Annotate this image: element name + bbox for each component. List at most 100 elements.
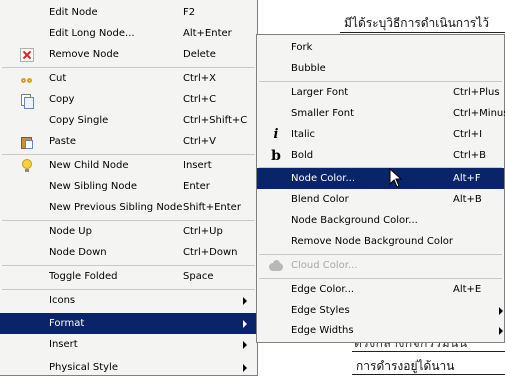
menu-item-label: New Previous Sibling Node <box>49 202 183 213</box>
menu-item-shortcut: Ctrl+Shift+C <box>183 115 248 126</box>
menu-item-label: Node Down <box>49 247 107 258</box>
menu-item-label: Cut <box>49 73 67 84</box>
menu-item-label: Format <box>49 318 85 329</box>
menu-item-label: Larger Font <box>291 87 349 98</box>
menu-item-label: Bold <box>291 150 314 161</box>
menu-item-shortcut: Shift+Enter <box>183 202 241 213</box>
menu-item-copy-single[interactable]: Copy Single Ctrl+Shift+C <box>0 110 257 131</box>
menu-item-shortcut: Ctrl+C <box>183 94 217 105</box>
bold-icon: b <box>271 148 281 164</box>
menu-item-larger-font[interactable]: Larger Font Ctrl+Plus <box>257 82 504 103</box>
menu-item-label: Copy <box>49 94 75 105</box>
menu-item-bubble[interactable]: Bubble <box>257 58 504 79</box>
menu-item-label: Cloud Color... <box>291 260 358 271</box>
menu-item-label: Toggle Folded <box>49 271 118 282</box>
menu-item-shortcut: Ctrl+Down <box>183 247 238 258</box>
menu-item-blend-color[interactable]: Blend Color Alt+B <box>257 189 504 210</box>
menu-item-physical-style[interactable]: Physical Style <box>0 357 257 378</box>
menu-item-label: Physical Style <box>49 362 118 373</box>
menu-item-label: Edit Node <box>49 7 98 18</box>
menu-item-label: Italic <box>291 129 316 140</box>
menu-item-label: Fork <box>291 42 313 53</box>
menu-item-shortcut: Delete <box>183 49 216 60</box>
menu-item-format[interactable]: Format <box>0 313 257 334</box>
menu-item-shortcut: Space <box>183 271 214 282</box>
scissors-icon <box>20 72 34 86</box>
menu-item-new-sibling-node[interactable]: New Sibling Node Enter <box>0 176 257 197</box>
menu-item-shortcut: Ctrl+Plus <box>453 87 500 98</box>
menu-item-label: Node Color... <box>291 173 356 184</box>
menu-item-label: Smaller Font <box>291 108 354 119</box>
submenu-arrow-icon <box>499 327 503 335</box>
menu-item-shortcut: Ctrl+Minus <box>453 108 505 119</box>
menu-item-shortcut: Ctrl+V <box>183 136 217 147</box>
menu-item-remove-node-background-color[interactable]: Remove Node Background Color <box>257 231 504 252</box>
menu-item-shortcut: Insert <box>183 160 212 171</box>
menu-item-shortcut: Alt+F <box>453 173 481 184</box>
menu-item-label: Remove Node Background Color <box>291 236 453 247</box>
menu-item-label: Edge Color... <box>291 284 355 295</box>
menu-item-node-color[interactable]: Node Color... Alt+F <box>257 168 504 189</box>
menu-item-paste[interactable]: Paste Ctrl+V <box>0 131 257 152</box>
node-underline <box>352 374 505 375</box>
menu-item-label: Remove Node <box>49 49 119 60</box>
menu-item-cloud-color[interactable]: Cloud Color... <box>257 255 504 276</box>
menu-item-edit-long-node[interactable]: Edit Long Node... Alt+Enter <box>0 23 257 44</box>
node-context-menu: Edit Node F2 Edit Long Node... Alt+Enter… <box>0 0 258 376</box>
menu-item-label: Edge Styles <box>291 305 350 316</box>
node-underline <box>352 351 505 352</box>
menu-item-label: Insert <box>49 339 78 350</box>
menu-item-label: New Sibling Node <box>49 181 137 192</box>
format-submenu: Fork Bubble Larger Font Ctrl+Plus Smalle… <box>256 34 505 343</box>
menu-item-shortcut: Alt+E <box>453 284 482 295</box>
menu-item-cut[interactable]: Cut Ctrl+X <box>0 68 257 89</box>
italic-icon: i <box>273 127 279 142</box>
menu-item-fork[interactable]: Fork <box>257 37 504 58</box>
remove-x-icon <box>20 48 34 62</box>
paste-icon <box>20 135 34 149</box>
menu-item-edge-color[interactable]: Edge Color... Alt+E <box>257 279 504 300</box>
menu-item-italic[interactable]: i Italic Ctrl+I <box>257 124 504 145</box>
cloud-icon <box>269 259 283 273</box>
menu-item-edge-widths[interactable]: Edge Widths <box>257 320 504 341</box>
mindmap-node-text[interactable]: มีได้ระบุวิธีการดำเนินการไว้ <box>344 14 489 33</box>
submenu-arrow-icon <box>243 320 247 328</box>
menu-item-label: Node Up <box>49 226 92 237</box>
menu-item-edge-styles[interactable]: Edge Styles <box>257 300 504 321</box>
mouse-pointer-icon <box>389 168 403 188</box>
menu-item-insert[interactable]: Insert <box>0 334 257 355</box>
menu-item-edit-node[interactable]: Edit Node F2 <box>0 2 257 23</box>
menu-item-label: Blend Color <box>291 194 349 205</box>
menu-item-label: Edit Long Node... <box>49 28 135 39</box>
menu-item-node-background-color[interactable]: Node Background Color... <box>257 210 504 231</box>
menu-item-shortcut: Ctrl+Up <box>183 226 223 237</box>
menu-item-new-child-node[interactable]: New Child Node Insert <box>0 155 257 176</box>
submenu-arrow-icon <box>499 307 503 315</box>
menu-item-shortcut: F2 <box>183 7 196 18</box>
menu-item-shortcut: Alt+Enter <box>183 28 232 39</box>
menu-item-label: Edge Widths <box>291 325 354 336</box>
submenu-arrow-icon <box>243 341 247 349</box>
menu-item-icons[interactable]: Icons <box>0 290 257 311</box>
menu-item-copy[interactable]: Copy Ctrl+C <box>0 89 257 110</box>
menu-item-shortcut: Ctrl+I <box>453 129 483 140</box>
copy-icon <box>20 93 34 109</box>
menu-item-node-up[interactable]: Node Up Ctrl+Up <box>0 221 257 242</box>
menu-item-label: Node Background Color... <box>291 215 418 226</box>
submenu-arrow-icon <box>243 297 247 305</box>
menu-item-shortcut: Ctrl+X <box>183 73 217 84</box>
lightbulb-icon <box>20 159 34 173</box>
menu-item-node-down[interactable]: Node Down Ctrl+Down <box>0 242 257 263</box>
menu-item-bold[interactable]: b Bold Ctrl+B <box>257 145 504 166</box>
menu-item-toggle-folded[interactable]: Toggle Folded Space <box>0 266 257 287</box>
menu-item-label: Copy Single <box>49 115 109 126</box>
menu-item-remove-node[interactable]: Remove Node Delete <box>0 44 257 65</box>
menu-item-shortcut: Ctrl+B <box>453 150 487 161</box>
menu-item-shortcut: Alt+B <box>453 194 482 205</box>
submenu-arrow-icon <box>243 364 247 372</box>
menu-item-label: Icons <box>49 295 76 306</box>
menu-item-new-previous-sibling-node[interactable]: New Previous Sibling Node Shift+Enter <box>0 197 257 218</box>
menu-item-smaller-font[interactable]: Smaller Font Ctrl+Minus <box>257 103 505 124</box>
node-underline <box>340 32 505 33</box>
menu-item-label: New Child Node <box>49 160 129 171</box>
